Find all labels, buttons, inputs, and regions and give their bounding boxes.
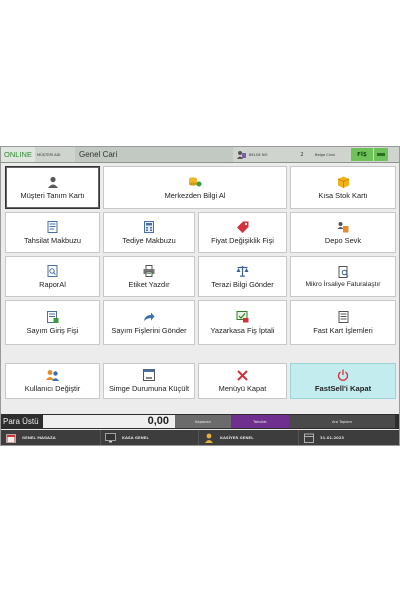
power-icon [336,369,350,381]
mikro-irsaliye-faturalastir-button[interactable]: Mikro İrsaliye Faturalaştır [290,256,396,297]
transfer-icon [336,221,350,233]
button-label: Fast Kart İşlemleri [313,325,373,335]
top-bar: ONLINE MÜŞTERİ ADI Genel Cari BELGE NO 2… [1,147,399,163]
send-arrow-icon [142,311,156,323]
box-icon [336,176,350,188]
tahsilat-makbuzu-button[interactable]: Tahsilat Makbuzu [5,212,100,253]
change-label: Para Üstü [3,417,39,426]
cashier-name: KASİYER GENEL [220,435,254,440]
online-status: ONLINE [1,147,35,162]
simge-durumuna-kucult-button[interactable]: Simge Durumuna Küçült [103,363,195,399]
kullanici-degistir-button[interactable]: Kullanıcı Değiştir [5,363,100,399]
musteri-tanim-karti-button[interactable]: Müşteri Tanım Kartı [5,166,100,209]
customer-label: MÜŞTERİ ADI [37,152,61,157]
store-name: GENEL MAGAZA [22,435,56,440]
button-label: Yazarkasa Fiş İptali [210,325,275,335]
coins-icon [188,176,202,188]
closed-cell: Kapanan [175,415,231,428]
scale-icon [236,265,250,277]
document-info: BELGE NO [233,150,289,159]
fast-kart-islemleri-button[interactable]: Fast Kart İşlemleri [290,300,396,345]
invoice-icon [336,265,350,278]
register-name: KASA GENEL [122,435,149,440]
button-label: FastSell'i Kapat [314,384,372,393]
button-label: Menüyü Kapat [218,384,267,393]
card-list-icon [336,310,350,323]
button-label: Depo Sevk [324,235,362,245]
sayim-fislerini-gonder-button[interactable]: Sayım Fişlerini Gönder [103,300,195,345]
monitor-icon [105,432,116,443]
report-icon [46,264,60,277]
sayim-giris-fisi-button[interactable]: Sayım Giriş Fişi [5,300,100,345]
etiket-yazdir-button[interactable]: Etiket Yazdır [103,256,195,297]
yazarkasa-fis-iptali-button[interactable]: Yazarkasa Fiş İptali [198,300,287,345]
fiyat-degisiklik-fisi-button[interactable]: Fiyat Değişiklik Fişi [198,212,287,253]
user-icon [237,150,246,159]
minimize-icon [142,369,156,381]
minus-icon[interactable] [374,148,388,161]
cash-register-icon [236,310,250,323]
button-label: Fiyat Değişiklik Fişi [211,235,274,245]
store-cell: GENEL MAGAZA [1,430,101,445]
terazi-bilgi-gonder-button[interactable]: Terazi Bilgi Gönder [198,256,287,297]
button-label: Simge Durumuna Küçült [108,384,190,393]
receipt-type-badge[interactable]: FİŞ [351,148,373,161]
button-label: Sayım Fişlerini Gönder [111,325,187,335]
button-label: RaporAl [39,279,66,289]
payment-bar: Para Üstü 0,00 Kapanan Tahsilat Ara Topl… [1,414,399,429]
kisa-stok-karti-button[interactable]: Kısa Stok Kartı [290,166,396,209]
menuyu-kapat-button[interactable]: Menüyü Kapat [198,363,287,399]
customer-name[interactable]: Genel Cari [75,147,233,162]
button-label: Kullanıcı Değiştir [24,384,81,393]
fastsell-i-kapat-button[interactable]: FastSell'i Kapat [290,363,396,399]
cashier-icon [203,433,214,443]
document-number: 2 [300,151,304,158]
document-icon [46,220,60,233]
cashier-cell: KASİYER GENEL [199,430,299,445]
register-cell: KASA GENEL [101,430,199,445]
button-label: Müşteri Tanım Kartı [20,190,85,200]
subtotal-cell: Ara Toplam [289,415,395,428]
button-label: Sayım Giriş Fişi [26,325,79,335]
calculator-icon [142,220,156,233]
date-cell: 31.01.2023 [299,430,397,445]
button-label: Mikro İrsaliye Faturalaştır [305,280,381,288]
count-entry-icon [46,310,60,323]
button-label: Etiket Yazdır [128,279,170,289]
depo-sevk-button[interactable]: Depo Sevk [290,212,396,253]
button-label: Tahsilat Makbuzu [23,235,82,245]
close-icon [236,369,250,381]
current-date: 31.01.2023 [320,435,345,440]
collection-cell: Tahsilat [231,415,289,428]
button-label: Kısa Stok Kartı [318,190,368,200]
button-label: Terazi Bilgi Gönder [211,279,274,289]
document-label: BELGE NO [249,152,268,157]
printer-icon [142,264,156,277]
button-label: Merkezden Bilgi Al [164,190,226,200]
status-bar: GENEL MAGAZA KASA GENEL KASİYER GENEL 31… [1,430,399,445]
calendar-store-icon [5,433,16,443]
raporal-button[interactable]: RaporAl [5,256,100,297]
tediye-makbuzu-button[interactable]: Tediye Makbuzu [103,212,195,253]
merkezden-bilgi-al-button[interactable]: Merkezden Bilgi Al [103,166,287,209]
person-icon [46,176,60,188]
fastsell-window: ONLINE MÜŞTERİ ADI Genel Cari BELGE NO 2… [0,146,400,446]
button-label: Tediye Makbuzu [122,235,176,245]
receipt-type-label: Belge Cinsi [315,152,335,157]
tag-icon [236,221,250,233]
calendar-icon [303,433,314,443]
change-value: 0,00 [43,415,175,428]
switch-user-icon [46,369,60,381]
